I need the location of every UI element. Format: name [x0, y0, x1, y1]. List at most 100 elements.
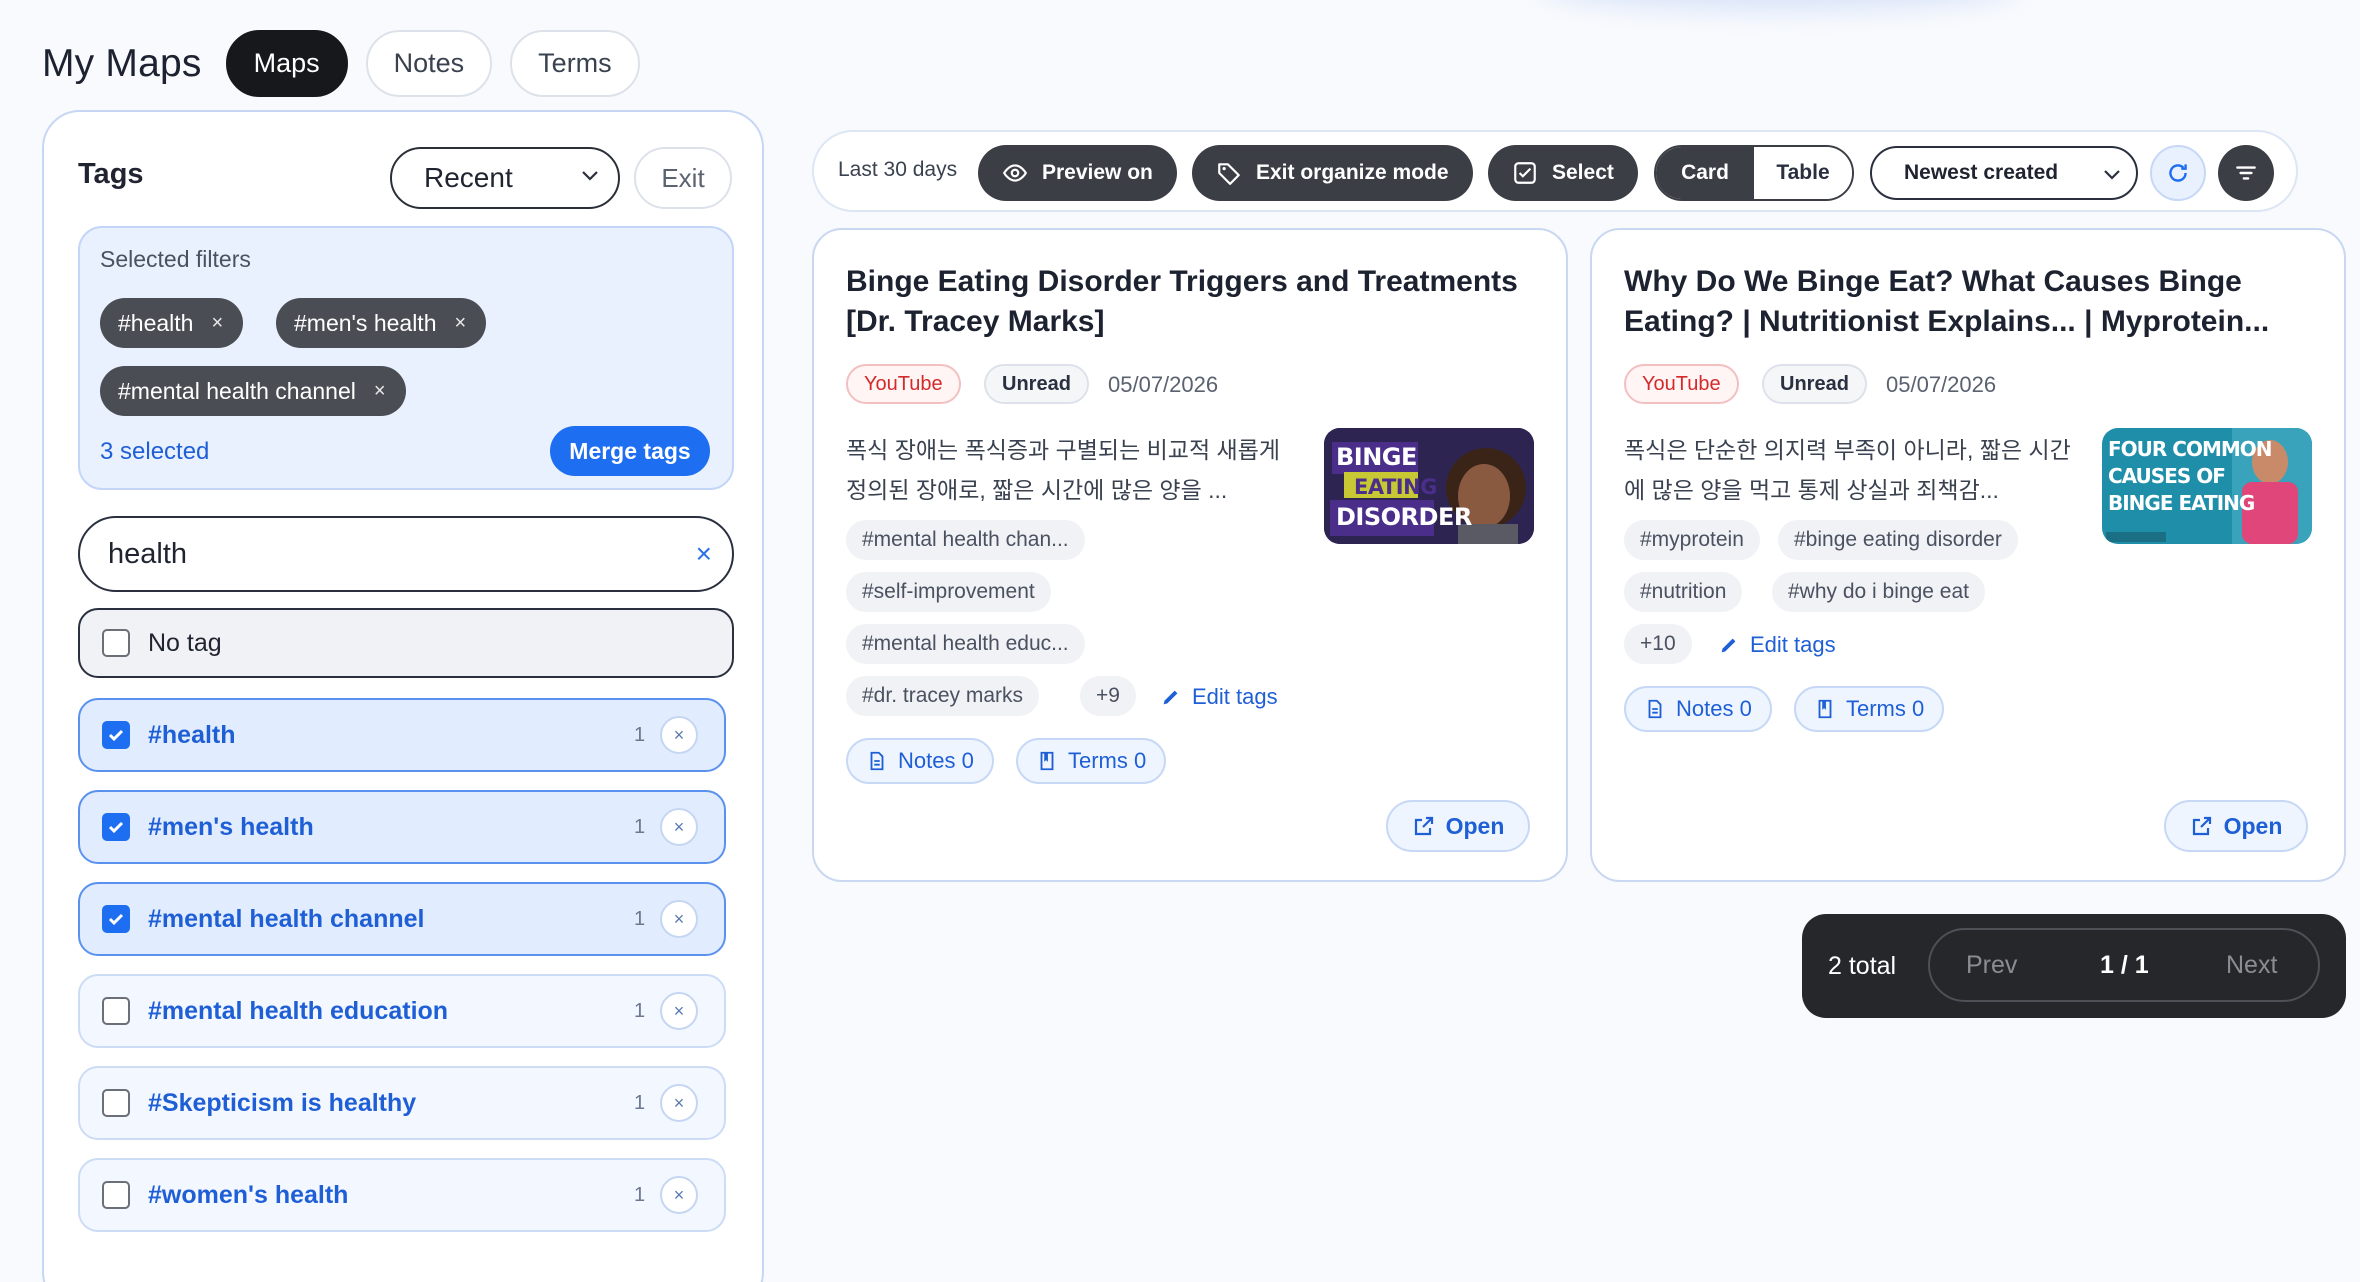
next-button[interactable]: Next [2226, 951, 2277, 980]
more-tags-badge[interactable]: +10 [1624, 624, 1692, 664]
top-glow [1540, 0, 2020, 8]
tab-notes[interactable]: Notes [365, 30, 493, 97]
card-tag[interactable]: #mental health chan... [846, 520, 1085, 560]
map-card[interactable]: Why Do We Binge Eat? What Causes Binge E… [1590, 228, 2346, 882]
open-button[interactable]: Open [1386, 800, 1530, 852]
card-tag[interactable]: #myprotein [1624, 520, 1760, 560]
tag-count: 1 [634, 815, 646, 838]
map-card[interactable]: Binge Eating Disorder Triggers and Treat… [812, 228, 1568, 882]
card-date: 05/07/2026 [1886, 372, 1997, 397]
tag-row-skepticism-is-healthy[interactable]: #Skepticism is healthy 1 × [78, 1066, 726, 1140]
edit-tags-link[interactable]: Edit tags [1718, 632, 1836, 658]
tag-count: 1 [634, 999, 646, 1022]
filter-chip[interactable]: #mental health channel × [100, 366, 406, 416]
edit-tags-link[interactable]: Edit tags [1160, 684, 1278, 710]
filter-button[interactable] [2218, 145, 2274, 201]
terms-count-button[interactable]: Terms 0 [1016, 738, 1167, 784]
open-label: Open [1445, 812, 1505, 839]
tag-row-mental-health-channel[interactable]: #mental health channel 1 × [78, 882, 726, 956]
terms-count-button[interactable]: Terms 0 [1794, 686, 1945, 732]
terms-count-label: Terms 0 [1846, 696, 1925, 721]
source-badge: YouTube [1624, 364, 1739, 404]
filter-chip-label: #health [118, 309, 194, 336]
notes-count-button[interactable]: Notes 0 [846, 738, 994, 784]
no-tag-option[interactable]: No tag [78, 608, 734, 678]
tags-title: Tags [78, 158, 144, 190]
card-title[interactable]: Binge Eating Disorder Triggers and Treat… [846, 262, 1536, 342]
checkbox[interactable] [102, 1181, 130, 1209]
status-badge: Unread [984, 364, 1089, 404]
exit-organize-button[interactable]: Exit organize mode [1192, 145, 1473, 201]
checkbox-checked[interactable] [102, 721, 130, 749]
thumbnail-text: BINGE EATING [2108, 491, 2255, 515]
card-view-button[interactable]: Card [1656, 147, 1754, 199]
tag-count: 1 [634, 1091, 646, 1114]
tag-row-health[interactable]: #health 1 × [78, 698, 726, 772]
close-icon[interactable]: × [374, 380, 386, 403]
filter-chip[interactable]: #health × [100, 298, 244, 348]
video-thumbnail[interactable]: BINGE EATING DISORDER [1324, 428, 1534, 544]
table-view-button[interactable]: Table [1754, 147, 1852, 199]
preview-toggle-label: Preview on [1042, 161, 1153, 184]
close-icon[interactable]: × [211, 312, 223, 335]
card-tag[interactable]: #self-improvement [846, 572, 1051, 612]
tag-label: #Skepticism is healthy [148, 1088, 417, 1117]
open-label: Open [2223, 812, 2283, 839]
terms-count-label: Terms 0 [1068, 748, 1147, 773]
view-toggle: Card Table [1654, 145, 1854, 201]
thumbnail-text: BINGE [1336, 443, 1417, 471]
remove-tag-icon[interactable]: × [660, 716, 698, 754]
close-icon[interactable]: × [454, 312, 466, 335]
edit-tags-label: Edit tags [1192, 684, 1278, 709]
open-button[interactable]: Open [2164, 800, 2308, 852]
selected-filters-panel: Selected filters #health × #men's health… [78, 226, 734, 490]
document-icon [870, 751, 884, 771]
checkbox[interactable] [102, 1089, 130, 1117]
tag-label: #men's health [148, 812, 314, 841]
refresh-button[interactable] [2150, 145, 2206, 201]
tag-search-input[interactable]: health × [78, 516, 734, 592]
tag-sort-select[interactable]: Recent [390, 147, 620, 209]
checkbox[interactable] [102, 629, 130, 657]
tag-count: 1 [634, 907, 646, 930]
remove-tag-icon[interactable]: × [660, 1176, 698, 1214]
filter-chip[interactable]: #men's health × [276, 298, 487, 348]
remove-tag-icon[interactable]: × [660, 900, 698, 938]
clear-icon[interactable]: × [696, 538, 712, 570]
tab-terms[interactable]: Terms [510, 30, 640, 97]
refresh-icon [2169, 164, 2187, 182]
checkbox-checked[interactable] [102, 905, 130, 933]
sort-value: Newest created [1904, 161, 2059, 184]
card-title[interactable]: Why Do We Binge Eat? What Causes Binge E… [1624, 262, 2314, 342]
card-tag[interactable]: #dr. tracey marks [846, 676, 1040, 716]
merge-tags-button[interactable]: Merge tags [550, 426, 710, 476]
source-badge: YouTube [846, 364, 961, 404]
checkbox-checked[interactable] [102, 813, 130, 841]
sort-select[interactable]: Newest created [1870, 146, 2138, 200]
tag-label: #mental health channel [148, 904, 425, 933]
card-tag[interactable]: #nutrition [1624, 572, 1743, 612]
tag-row-womens-health[interactable]: #women's health 1 × [78, 1158, 726, 1232]
video-thumbnail[interactable]: FOUR COMMON CAUSES OF BINGE EATING [2102, 428, 2312, 544]
notes-count-button[interactable]: Notes 0 [1624, 686, 1772, 732]
card-tag[interactable]: #why do i binge eat [1772, 572, 1985, 612]
exit-button[interactable]: Exit [634, 147, 732, 209]
remove-tag-icon[interactable]: × [660, 992, 698, 1030]
remove-tag-icon[interactable]: × [660, 808, 698, 846]
remove-tag-icon[interactable]: × [660, 1084, 698, 1122]
more-tags-badge[interactable]: +9 [1080, 676, 1136, 716]
preview-toggle-button[interactable]: Preview on [978, 145, 1177, 201]
page-indicator: 1 / 1 [2100, 950, 2149, 979]
card-tag[interactable]: #mental health educ... [846, 624, 1085, 664]
tag-label: #women's health [148, 1180, 349, 1209]
prev-button[interactable]: Prev [1966, 951, 2017, 980]
date-range-label[interactable]: Last 30 days [838, 158, 957, 182]
card-tag[interactable]: #binge eating disorder [1778, 520, 2018, 560]
tab-maps[interactable]: Maps [225, 30, 348, 97]
tag-row-mental-health-education[interactable]: #mental health education 1 × [78, 974, 726, 1048]
tag-row-mens-health[interactable]: #men's health 1 × [78, 790, 726, 864]
select-button[interactable]: Select [1488, 145, 1638, 201]
checkbox[interactable] [102, 997, 130, 1025]
check-icon [108, 821, 124, 834]
chevron-down-icon [2104, 170, 2120, 180]
